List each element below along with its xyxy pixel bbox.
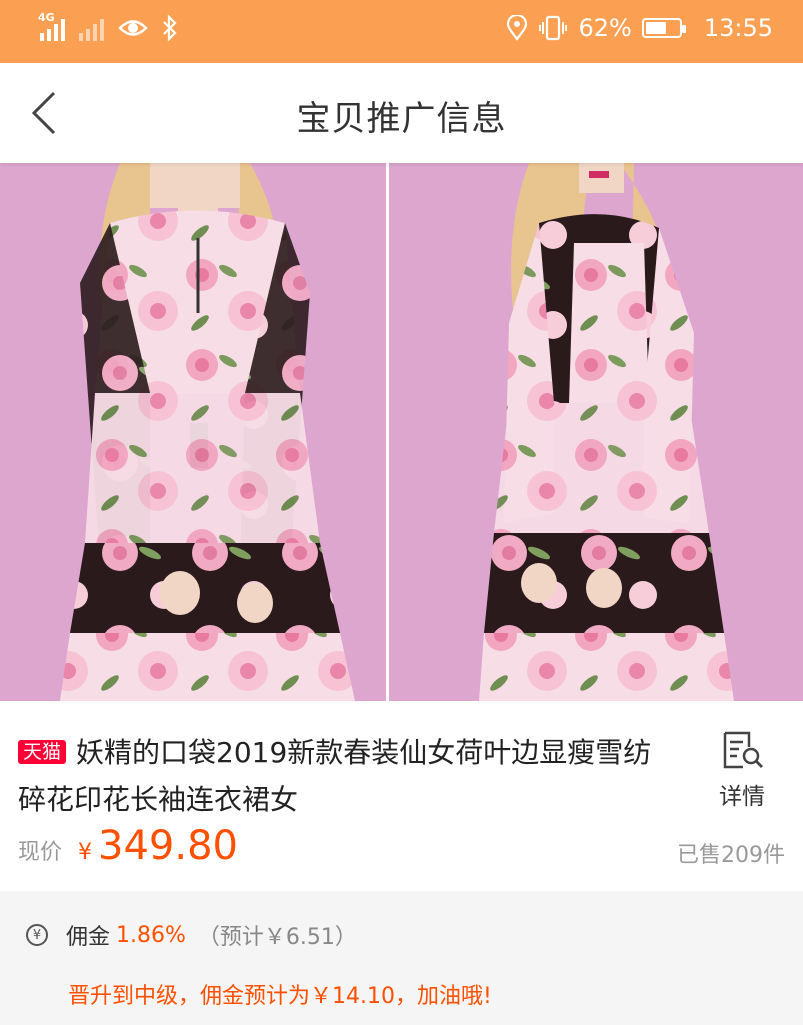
tmall-badge: 天猫 <box>18 740 67 764</box>
bluetooth-icon <box>163 14 177 42</box>
yen-coin-icon: ¥ <box>26 924 48 946</box>
product-info: 天猫 妖精的口袋2019新款春装仙女荷叶边显瘦雪纺碎花印花长袖连衣裙女 详情 现价… <box>0 701 803 891</box>
page-title: 宝贝推广信息 <box>296 99 507 139</box>
battery-icon <box>641 18 686 38</box>
status-bar: 4G 62% 13:55 <box>0 0 803 63</box>
status-left-icons: 4G <box>38 11 178 42</box>
product-title-block[interactable]: 天猫 妖精的口袋2019新款春装仙女荷叶边显瘦雪纺碎花印花长袖连衣裙女 <box>18 729 678 823</box>
product-title: 妖精的口袋2019新款春装仙女荷叶边显瘦雪纺碎花印花长袖连衣裙女 <box>18 736 652 816</box>
commission-row: ¥ 佣金 1.86% （预计￥6.51） <box>26 919 357 951</box>
upgrade-message: 晋升到中级，佣金预计为￥14.10，加油哦! <box>68 984 492 1009</box>
detail-button[interactable]: 详情 <box>707 729 777 811</box>
detail-label: 详情 <box>719 784 765 810</box>
signal-icon: 4G <box>38 11 65 41</box>
no-signal-icon <box>79 15 104 41</box>
nav-bar: 宝贝推广信息 <box>0 63 803 163</box>
sold-count: 已售209件 <box>677 843 785 868</box>
network-type-label: 4G <box>38 11 55 24</box>
clock: 13:55 <box>703 14 773 42</box>
status-right-icons: 62% 13:55 <box>506 14 773 42</box>
commission-rate: 1.86% <box>116 922 186 948</box>
product-image-front[interactable] <box>0 163 386 701</box>
commission-label: 佣金 <box>66 925 111 950</box>
product-image-side[interactable] <box>389 163 803 701</box>
vibrate-icon <box>539 15 568 41</box>
price-row: 现价 ¥ 349.80 <box>18 823 238 869</box>
document-search-icon <box>723 731 763 769</box>
battery-percent: 62% <box>578 14 632 42</box>
commission-panel: ¥ 佣金 1.86% （预计￥6.51） 晋升到中级，佣金预计为￥14.10，加… <box>0 891 803 1025</box>
eye-icon <box>118 20 148 36</box>
current-price: 349.80 <box>98 823 238 869</box>
price-label: 现价 <box>18 840 63 865</box>
currency-symbol: ¥ <box>78 840 93 865</box>
location-icon <box>507 15 528 41</box>
commission-estimate: （预计￥6.51） <box>197 925 357 950</box>
product-gallery <box>0 163 803 701</box>
